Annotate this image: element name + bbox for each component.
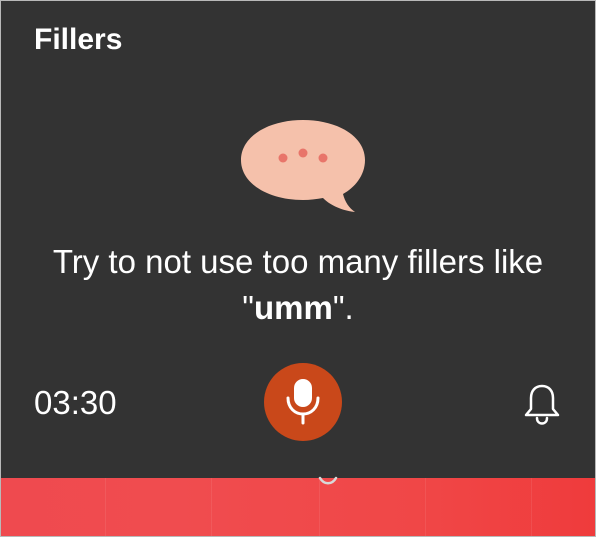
filler-word: umm <box>253 289 333 326</box>
quote-close: ". <box>332 289 354 326</box>
bar-divider <box>105 478 106 536</box>
tip-message: Try to not use too many fillers like "um… <box>1 239 595 331</box>
fillers-card: Fillers Try to not use too many fillers … <box>0 0 596 537</box>
bubble-dot <box>298 148 308 158</box>
bell-icon[interactable] <box>522 383 562 425</box>
panel-title: Fillers <box>34 23 123 56</box>
bar-divider <box>211 478 212 536</box>
timer-display: 03:30 <box>34 384 117 421</box>
microphone-button[interactable] <box>264 363 342 441</box>
tip-line-2: "umm". <box>1 285 595 331</box>
quote-open: " <box>242 289 254 326</box>
bar-divider <box>425 478 426 536</box>
bubble-dot <box>318 153 328 163</box>
microphone-icon <box>286 379 320 425</box>
tip-line-1: Try to not use too many fillers like <box>52 243 544 280</box>
bar-divider <box>531 478 532 536</box>
accent-bar <box>1 478 595 536</box>
bubble-dot <box>278 153 288 163</box>
drag-handle-icon <box>318 476 338 485</box>
coach-panel: Fillers Try to not use too many fillers … <box>1 1 595 478</box>
speech-bubble-icon <box>241 120 365 212</box>
